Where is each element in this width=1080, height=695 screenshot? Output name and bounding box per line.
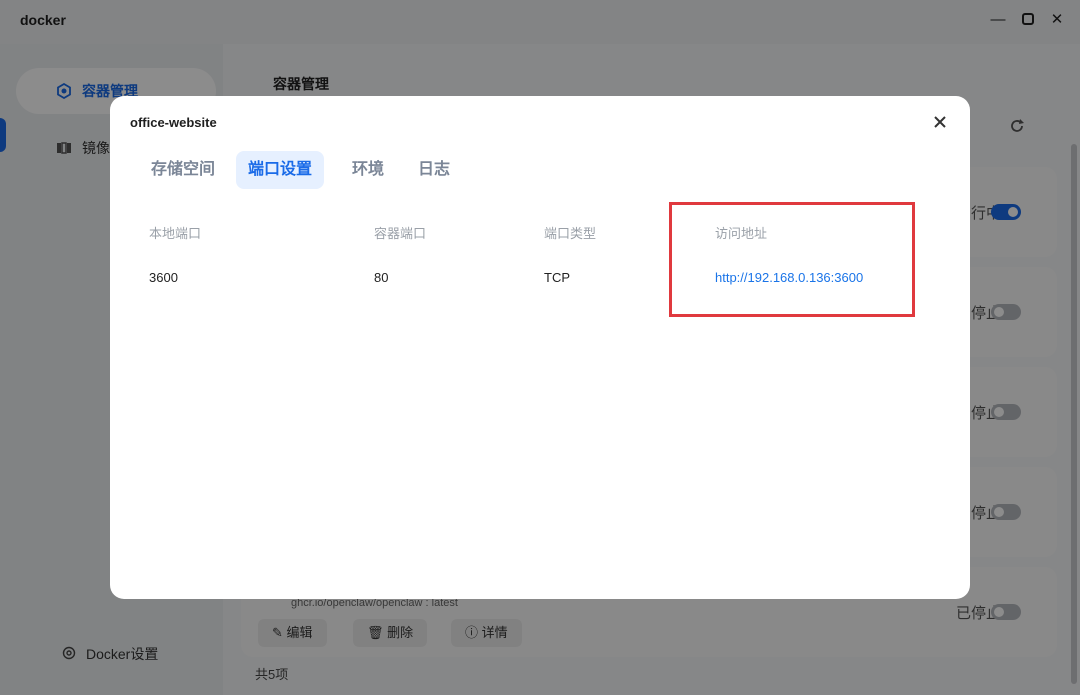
close-icon xyxy=(934,116,946,128)
port-settings-dialog: office-website 存储空间 端口设置 环境 日志 本地端口 容器端口… xyxy=(110,96,970,599)
column-header: 端口类型 xyxy=(544,226,597,241)
highlight-box xyxy=(669,202,915,317)
column-header: 容器端口 xyxy=(374,226,427,241)
dialog-title: office-website xyxy=(130,115,217,130)
tab-storage[interactable]: 存储空间 xyxy=(139,151,227,189)
column-header: 本地端口 xyxy=(149,226,202,241)
container-port-cell: 80 xyxy=(374,270,389,285)
tab-logs[interactable]: 日志 xyxy=(406,151,462,189)
tab-port-settings[interactable]: 端口设置 xyxy=(236,151,325,189)
close-dialog-button[interactable] xyxy=(934,112,946,133)
tab-environment[interactable]: 环境 xyxy=(340,151,396,189)
port-type-cell: TCP xyxy=(544,270,570,285)
local-port-cell: 3600 xyxy=(149,270,178,285)
